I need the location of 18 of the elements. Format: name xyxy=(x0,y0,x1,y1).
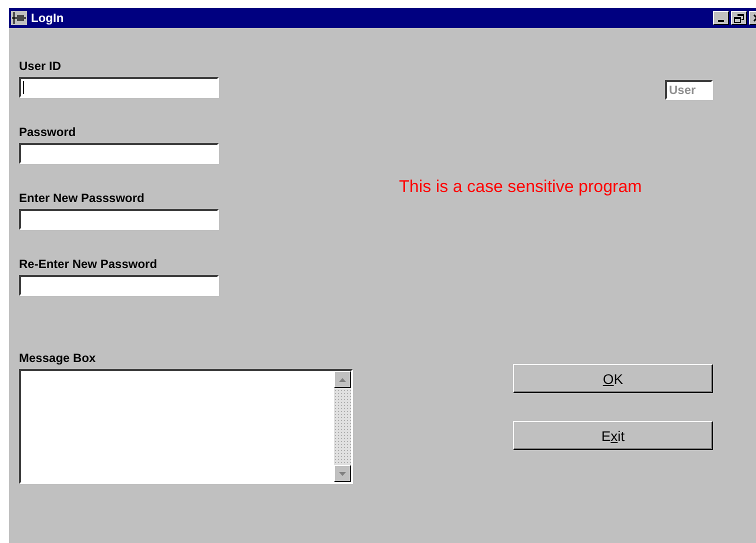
input-field[interactable] xyxy=(19,209,219,230)
field-label: User ID xyxy=(19,59,62,73)
field-label: Password xyxy=(19,125,77,139)
field-label: Re-Enter New Password xyxy=(19,257,158,271)
input-field[interactable] xyxy=(19,77,219,98)
restore-icon xyxy=(734,14,744,22)
minimize-button[interactable] xyxy=(713,11,729,25)
input-field[interactable] xyxy=(19,143,219,164)
restore-button[interactable] xyxy=(731,11,747,25)
ok-button[interactable]: OK xyxy=(513,364,713,393)
input-field[interactable] xyxy=(19,275,219,296)
notice-text: This is a case sensitive program xyxy=(399,177,642,197)
window-title: LogIn xyxy=(31,11,65,25)
message-box[interactable] xyxy=(19,369,353,484)
app-icon xyxy=(11,11,27,25)
exit-button[interactable]: Exit xyxy=(513,421,713,450)
field-label: Enter New Passsword xyxy=(19,191,146,205)
field-label: Message Box xyxy=(19,351,97,365)
